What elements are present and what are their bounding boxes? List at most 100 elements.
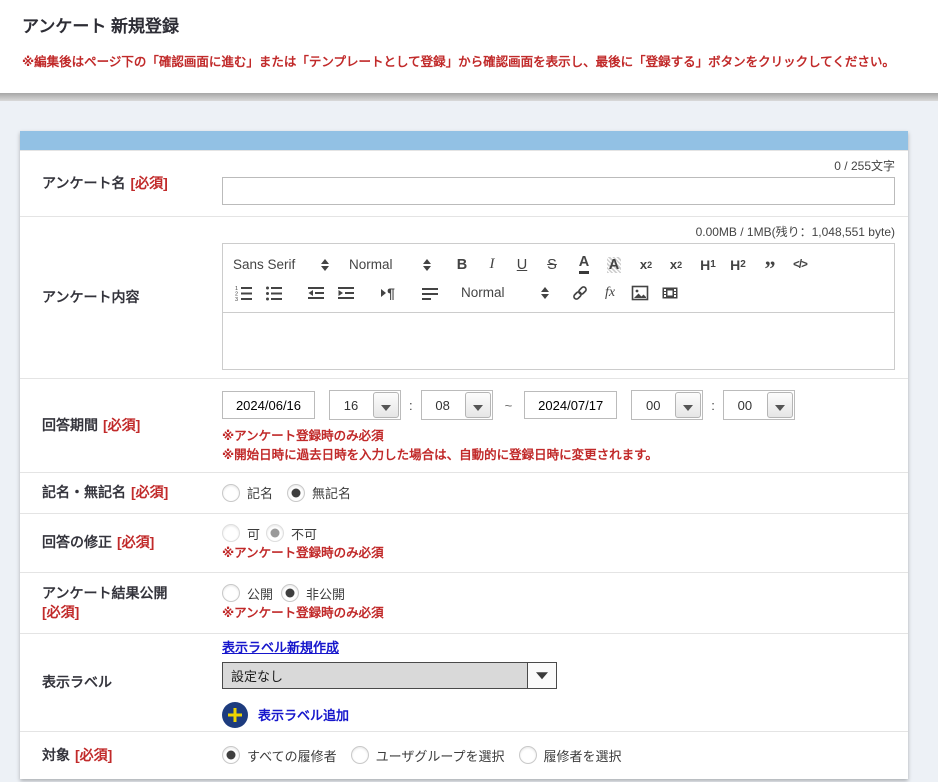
row-survey-content: アンケート内容 0.00MB / 1MB(残り：1,048,551 byte) …: [20, 216, 908, 378]
panel-accent-bar: [20, 131, 908, 150]
updown-arrows-icon: [423, 259, 431, 271]
naming-label: 記名・無記名: [42, 483, 126, 502]
page-title: アンケート 新規登録: [22, 12, 179, 37]
font-select[interactable]: Sans Serif: [233, 257, 329, 272]
end-date-input[interactable]: [524, 391, 617, 419]
radio-all-students[interactable]: [222, 746, 240, 764]
insert-image-button[interactable]: [629, 281, 651, 305]
outdent-icon: [307, 284, 325, 302]
end-minute-select[interactable]: 00: [723, 390, 795, 420]
dropdown-arrow-icon[interactable]: [675, 392, 701, 418]
required-badge: [必須]: [131, 483, 168, 502]
updown-arrows-icon: [321, 259, 329, 271]
ordered-list-icon: 123: [235, 284, 253, 302]
header1-button[interactable]: H1: [697, 253, 719, 277]
dropdown-arrow-icon[interactable]: [767, 392, 793, 418]
survey-name-label: アンケート名: [42, 174, 125, 193]
required-badge: [必須]: [42, 604, 79, 620]
publication-note: ※アンケート登録時のみ必須: [222, 605, 895, 622]
target-label: 対象: [42, 746, 70, 765]
correction-label: 回答の修正: [42, 533, 112, 552]
publication-label: アンケート結果公開: [42, 585, 167, 601]
underline-button[interactable]: U: [511, 253, 533, 277]
indent-button[interactable]: [335, 281, 357, 305]
row-publication: アンケート結果公開 [必須] 公開 非公開 ※アンケート登録時のみ必須: [20, 572, 908, 633]
start-minute-select[interactable]: 08: [421, 390, 493, 420]
italic-button[interactable]: I: [481, 253, 503, 277]
header-divider: [0, 93, 938, 101]
blockquote-button[interactable]: ”: [759, 253, 781, 277]
radio-public[interactable]: [222, 584, 240, 602]
bullet-list-icon: [265, 284, 283, 302]
radio-select-students[interactable]: [519, 746, 537, 764]
required-badge: [必須]: [75, 746, 112, 765]
row-response-period: 回答期間 [必須] 16 : 08 ~: [20, 378, 908, 472]
dropdown-arrow-icon[interactable]: [465, 392, 491, 418]
editor-toolbar: Sans Serif Normal B I U S A A x2: [222, 243, 895, 313]
text-color-icon: A: [579, 255, 589, 274]
dropdown-arrow-icon[interactable]: [373, 392, 399, 418]
page-content: アンケート名 [必須] 0 / 255文字 アンケート内容 0.00MB / 1…: [0, 101, 938, 782]
period-note-1: ※アンケート登録時のみ必須: [222, 428, 895, 445]
page-header: アンケート 新規登録 ※編集後はページ下の「確認画面に進む」または「テンプレート…: [0, 0, 938, 93]
outdent-button[interactable]: [305, 281, 327, 305]
row-display-label: 表示ラベル 表示ラベル新規作成 設定なし 表示ラベル追加: [20, 633, 908, 731]
subscript-button[interactable]: x2: [635, 253, 657, 277]
start-hour-select[interactable]: 16: [329, 390, 401, 420]
required-badge: [必須]: [117, 533, 154, 552]
insert-video-button[interactable]: [659, 281, 681, 305]
range-tilde: ~: [505, 398, 513, 413]
radio-correction-allowed[interactable]: [222, 524, 240, 542]
row-naming: 記名・無記名 [必須] 記名 無記名: [20, 472, 908, 513]
align-icon: [421, 284, 439, 302]
link-icon: [571, 284, 589, 302]
edit-warning-text: ※編集後はページ下の「確認画面に進む」または「テンプレートとして登録」から確認画…: [22, 51, 895, 70]
direction-triangle-icon: [381, 289, 386, 297]
indent-icon: [337, 284, 355, 302]
create-display-label-link[interactable]: 表示ラベル新規作成: [222, 637, 339, 656]
add-display-label-button[interactable]: [222, 702, 248, 728]
end-hour-select[interactable]: 00: [631, 390, 703, 420]
radio-named[interactable]: [222, 484, 240, 502]
image-icon: [631, 284, 649, 302]
size-counter: 0.00MB / 1MB(残り：1,048,551 byte): [696, 223, 895, 240]
code-block-button[interactable]: </>: [789, 253, 811, 277]
start-date-input[interactable]: [222, 391, 315, 419]
style-select[interactable]: Normal: [461, 285, 549, 300]
period-label: 回答期間: [42, 416, 98, 435]
superscript-button[interactable]: x2: [665, 253, 687, 277]
row-correction: 回答の修正 [必須] 可 不可 ※アンケート登録時のみ必須: [20, 513, 908, 572]
ordered-list-button[interactable]: 123: [233, 281, 255, 305]
correction-note: ※アンケート登録時のみ必須: [222, 545, 895, 562]
bullet-list-button[interactable]: [263, 281, 285, 305]
header2-button[interactable]: H2: [727, 253, 749, 277]
radio-correction-not-allowed[interactable]: [266, 524, 284, 542]
link-button[interactable]: [569, 281, 591, 305]
radio-private[interactable]: [281, 584, 299, 602]
row-target: 対象 [必須] すべての履修者 ユーザグループを選択 履修者を選択: [20, 731, 908, 779]
required-badge: [必須]: [103, 416, 140, 435]
background-color-icon: A: [607, 257, 621, 273]
bold-button[interactable]: B: [451, 253, 473, 277]
svg-text:3: 3: [235, 297, 238, 302]
formula-button[interactable]: fx: [599, 281, 621, 305]
display-label-select[interactable]: 設定なし: [222, 662, 557, 689]
survey-name-input[interactable]: [222, 177, 895, 205]
char-counter: 0 / 255文字: [834, 157, 895, 174]
radio-user-group[interactable]: [351, 746, 369, 764]
video-icon: [661, 284, 679, 302]
radio-anonymous[interactable]: [287, 484, 305, 502]
row-survey-name: アンケート名 [必須] 0 / 255文字: [20, 150, 908, 216]
select-arrow-icon: [527, 663, 556, 688]
editor-content-area[interactable]: [222, 313, 895, 370]
text-color-button[interactable]: A: [573, 253, 595, 277]
size-select[interactable]: Normal: [349, 257, 431, 272]
add-display-label-link[interactable]: 表示ラベル追加: [258, 705, 349, 724]
updown-arrows-icon: [541, 287, 549, 299]
strikethrough-button[interactable]: S: [541, 253, 563, 277]
survey-form-panel: アンケート名 [必須] 0 / 255文字 アンケート内容 0.00MB / 1…: [20, 131, 908, 779]
text-direction-button[interactable]: ¶: [377, 281, 399, 305]
align-button[interactable]: [419, 281, 441, 305]
background-color-button[interactable]: A: [603, 253, 625, 277]
survey-content-label: アンケート内容: [42, 288, 139, 307]
